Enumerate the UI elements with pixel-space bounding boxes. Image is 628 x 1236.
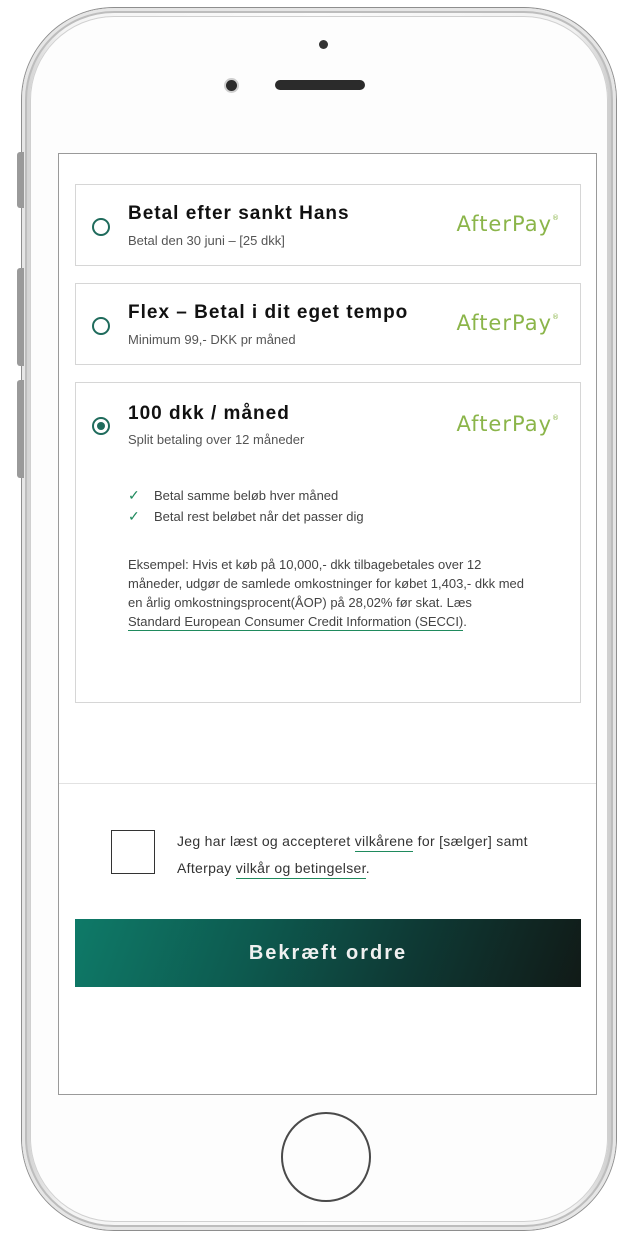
afterpay-logo: AfterPay®	[456, 412, 560, 436]
afterpay-logo: AfterPay®	[456, 212, 560, 236]
camera-icon	[226, 80, 237, 91]
payment-option-monthly[interactable]: 100 dkk / måned Split betaling over 12 m…	[75, 382, 581, 703]
secci-link[interactable]: Standard European Consumer Credit Inform…	[128, 614, 464, 631]
volume-down-button	[17, 380, 24, 478]
check-icon: ✓	[128, 487, 140, 503]
proximity-sensor	[319, 40, 328, 49]
option-title: Betal efter sankt Hans	[128, 203, 350, 224]
payment-option-sankt-hans[interactable]: Betal efter sankt Hans Betal den 30 juni…	[75, 184, 581, 266]
radio-icon[interactable]	[92, 317, 110, 335]
option-title: Flex – Betal i dit eget tempo	[128, 302, 409, 323]
payment-option-flex[interactable]: Flex – Betal i dit eget tempo Minimum 99…	[75, 283, 581, 365]
afterpay-logo: AfterPay®	[456, 311, 560, 335]
benefit-list: ✓ Betal samme beløb hver måned ✓ Betal res…	[128, 485, 364, 527]
home-button[interactable]	[281, 1112, 371, 1202]
accept-terms-checkbox[interactable]	[111, 830, 155, 874]
earpiece-speaker	[275, 80, 365, 90]
option-subtitle: Split betaling over 12 måneder	[128, 432, 305, 447]
divider	[59, 783, 596, 784]
volume-up-button	[17, 268, 24, 366]
terms-text: Jeg har læst og accepteret vilkårene for…	[177, 828, 577, 882]
option-subtitle: Betal den 30 juni – [25 dkk]	[128, 233, 285, 248]
checkout-screen: Betal efter sankt Hans Betal den 30 juni…	[58, 153, 597, 1095]
credit-example-text: Eksempel: Hvis et køb på 10,000,- dkk ti…	[128, 557, 524, 631]
mute-switch	[17, 152, 24, 208]
check-icon: ✓	[128, 508, 140, 524]
radio-icon[interactable]	[92, 218, 110, 236]
radio-icon[interactable]	[92, 417, 110, 435]
list-item: ✓ Betal samme beløb hver måned	[128, 485, 364, 506]
option-subtitle: Minimum 99,- DKK pr måned	[128, 332, 296, 347]
list-item: ✓ Betal rest beløbet når det passer dig	[128, 506, 364, 527]
confirm-order-button[interactable]: Bekræft ordre	[75, 919, 581, 987]
afterpay-terms-link[interactable]: vilkår og betingelser	[235, 860, 366, 879]
option-title: 100 dkk / måned	[128, 403, 290, 424]
merchant-terms-link[interactable]: vilkårene	[354, 833, 414, 852]
